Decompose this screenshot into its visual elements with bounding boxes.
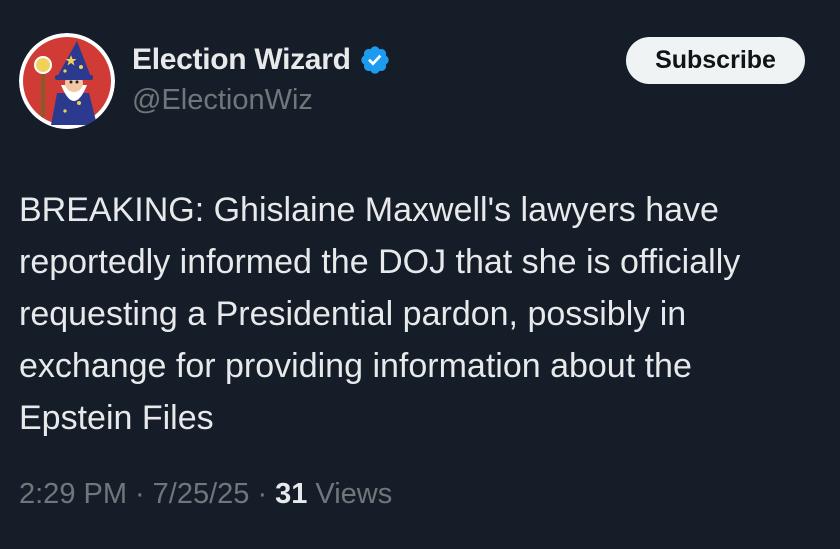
tweet-text: BREAKING: Ghislaine Maxwell's lawyers ha… xyxy=(19,191,741,437)
verified-badge-icon[interactable] xyxy=(359,44,391,76)
tweet-date[interactable]: 7/25/25 xyxy=(153,478,250,511)
tweet-time[interactable]: 2:29 PM xyxy=(19,478,127,511)
meta-separator: · xyxy=(257,478,268,510)
views-label[interactable]: Views xyxy=(315,478,392,511)
author-name-row: Election Wizard xyxy=(132,40,391,80)
subscribe-button[interactable]: Subscribe xyxy=(626,37,805,84)
avatar[interactable] xyxy=(19,33,115,129)
meta-separator: · xyxy=(135,478,145,510)
tweet-meta: 2:29 PM · 7/25/25 · 31 Views xyxy=(19,478,392,511)
author-display-name[interactable]: Election Wizard xyxy=(132,43,351,77)
author-handle[interactable]: @ElectionWiz xyxy=(132,84,313,117)
wizard-avatar-icon xyxy=(19,33,115,129)
views-count[interactable]: 31 xyxy=(275,478,307,511)
